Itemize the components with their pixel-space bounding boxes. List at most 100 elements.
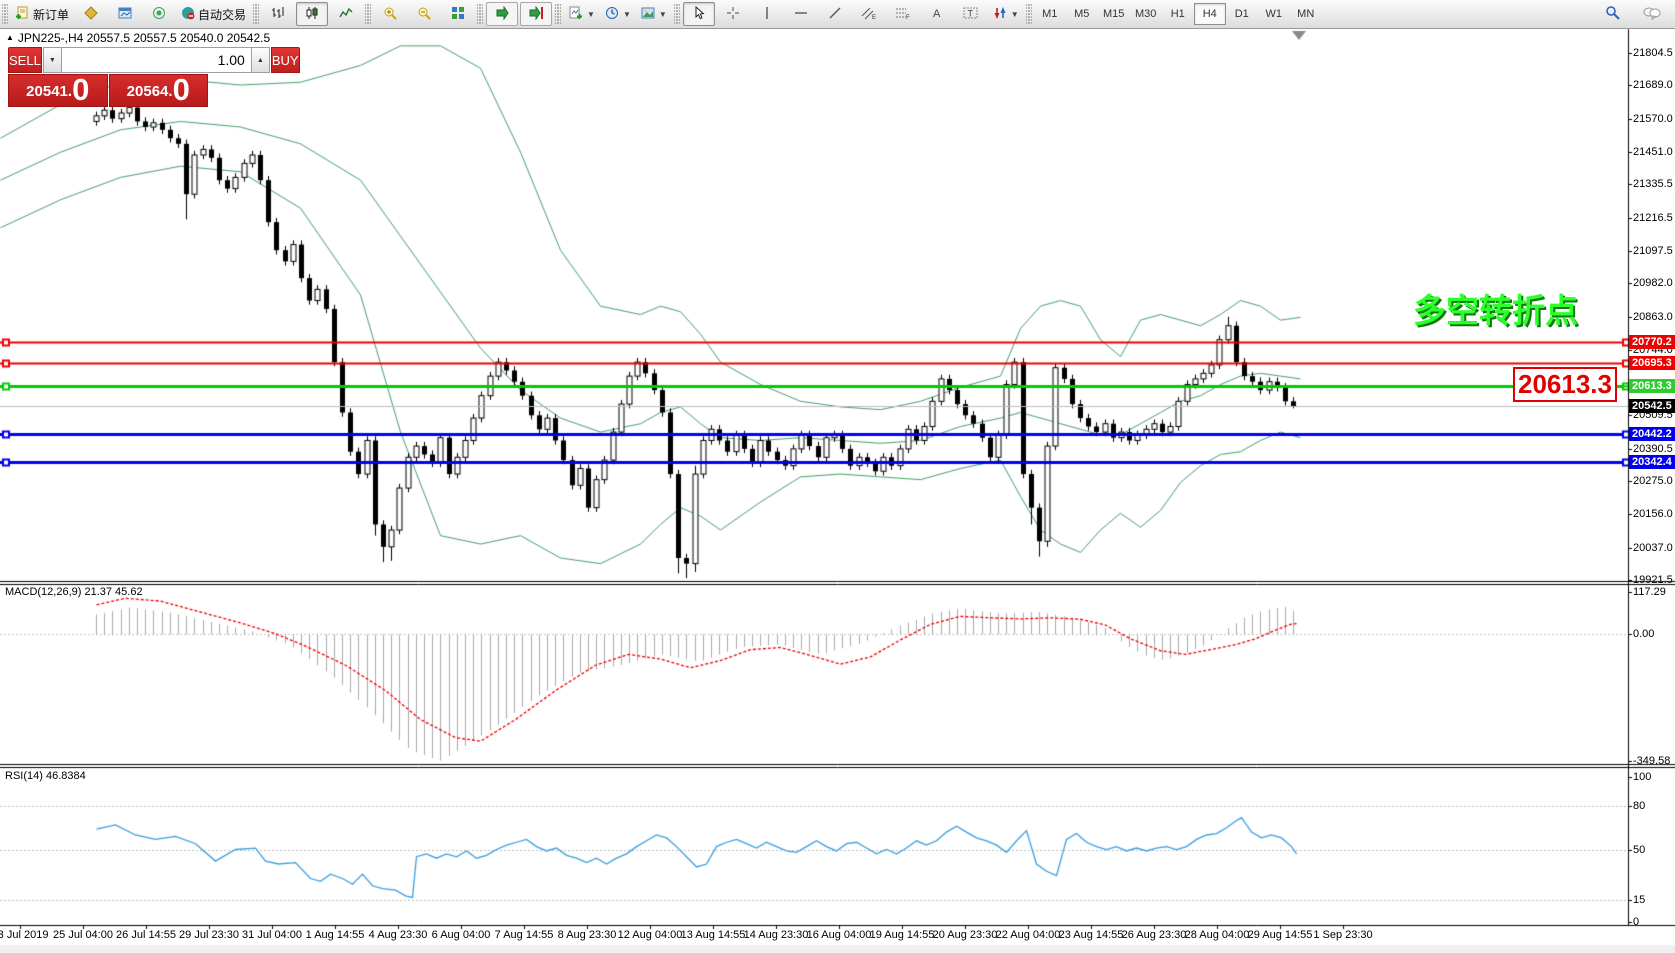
chart-canvas[interactable] [0, 0, 1675, 953]
time-axis-label: 19 Aug 14:55 [870, 929, 935, 941]
timeframe-m15-button[interactable]: M15 [1098, 3, 1130, 25]
price-axis-tick-label: 21216.5 [1633, 212, 1673, 224]
chart-annotation-text[interactable]: 多空转折点 [1413, 284, 1578, 332]
time-axis-label: 4 Aug 23:30 [369, 929, 428, 941]
time-axis-label: 16 Aug 04:00 [807, 929, 872, 941]
rsi-indicator-label: RSI(14) 46.8384 [5, 770, 86, 782]
chat-icon [1643, 6, 1661, 23]
sell-price-button[interactable]: 20541.0 [8, 74, 108, 107]
macd-axis-tick-label: 117.29 [1633, 586, 1666, 598]
volume-input[interactable] [62, 47, 251, 73]
trade-panel-top-row: SELL ▼ ▲ BUY [8, 47, 208, 73]
zoom-in-button[interactable] [374, 2, 406, 26]
timeframe-h4-button[interactable]: H4 [1194, 3, 1226, 25]
volume-decrease-button[interactable]: ▼ [43, 47, 62, 73]
horizontal-line-button[interactable] [785, 2, 817, 26]
time-axis-label: 20 Aug 23:30 [933, 929, 998, 941]
svg-text:E: E [872, 15, 876, 20]
search-icon [1605, 5, 1620, 23]
chart-shift-button[interactable] [520, 2, 552, 26]
toolbar-separator [2, 4, 8, 24]
sell-price-pips: 0 [72, 75, 89, 105]
chart-window-icon [118, 6, 132, 23]
macd-indicator-label: MACD(12,26,9) 21.37 45.62 [5, 586, 143, 598]
timeframe-m30-button[interactable]: M30 [1130, 3, 1162, 25]
symbol-ohlc-text: JPN225-,H4 20557.5 20557.5 20540.0 20542… [18, 31, 270, 45]
price-axis-tick-label: 20275.0 [1633, 475, 1673, 487]
time-axis-label: 8 Aug 23:30 [558, 929, 617, 941]
bar-chart-button[interactable] [262, 2, 294, 26]
zoom-out-icon [417, 6, 431, 23]
timeframe-m5-button[interactable]: M5 [1066, 3, 1098, 25]
svg-text:A: A [933, 8, 941, 20]
crosshair-button[interactable] [717, 2, 749, 26]
time-axis-label: 25 Jul 04:00 [53, 929, 113, 941]
collapse-marker-icon[interactable]: ▲ [6, 33, 14, 42]
trade-panel-prices: 20541.0 20564.0 [8, 74, 208, 107]
text-button[interactable]: A [921, 2, 953, 26]
timeframe-d1-button[interactable]: D1 [1226, 3, 1258, 25]
candle-chart-button[interactable] [296, 2, 328, 26]
add-indicator-button[interactable]: ▼ [564, 2, 599, 26]
price-callout-box[interactable]: 20613.3 [1513, 367, 1617, 402]
arrows-icon [993, 6, 1007, 23]
new-order-button[interactable]: 新订单 [11, 2, 73, 26]
price-tag-20342.4: 20342.4 [1629, 455, 1675, 469]
add-indicator-icon [568, 6, 583, 23]
tile-windows-button[interactable] [442, 2, 474, 26]
price-axis-tick-label: 20156.0 [1633, 508, 1673, 520]
vertical-line-icon [760, 6, 774, 23]
volume-stepper: ▼ ▲ [43, 47, 270, 73]
time-axis-label: 1 Sep 23:30 [1313, 929, 1372, 941]
price-axis-tick-label: 21804.5 [1633, 47, 1673, 59]
sell-button[interactable]: SELL [8, 47, 42, 73]
volume-increase-button[interactable]: ▲ [251, 47, 270, 73]
text-icon: A [931, 6, 943, 23]
text-label-button[interactable]: T [955, 2, 987, 26]
signal-icon [152, 6, 166, 23]
buy-price-button[interactable]: 20564.0 [109, 74, 209, 107]
rsi-axis-tick-label: 15 [1633, 894, 1645, 906]
auto-scroll-button[interactable] [486, 2, 518, 26]
template-icon [641, 6, 655, 23]
chat-button[interactable] [1636, 2, 1668, 26]
price-axis-tick-label: 21335.5 [1633, 178, 1673, 190]
time-axis-label: 13 Aug 14:55 [681, 929, 746, 941]
toolbar-separator [555, 4, 561, 24]
rsi-axis-tick-label: 80 [1633, 800, 1645, 812]
trend-line-button[interactable] [819, 2, 851, 26]
alert-button[interactable] [75, 2, 107, 26]
chevron-down-icon: ▼ [1011, 10, 1019, 19]
timeframe-h1-button[interactable]: H1 [1162, 3, 1194, 25]
auto-trading-button[interactable]: 自动交易 [177, 2, 250, 26]
chevron-down-icon: ▼ [659, 10, 667, 19]
signal-button[interactable] [143, 2, 175, 26]
price-axis-tick-label: 21570.0 [1633, 113, 1673, 125]
line-chart-icon [339, 6, 353, 23]
arrows-button[interactable]: ▼ [989, 2, 1023, 26]
timeframe-w1-button[interactable]: W1 [1258, 3, 1290, 25]
time-axis-label: 29 Jul 23:30 [179, 929, 239, 941]
line-chart-button[interactable] [330, 2, 362, 26]
zoom-out-button[interactable] [408, 2, 440, 26]
buy-button[interactable]: BUY [271, 47, 300, 73]
one-click-trade-panel: SELL ▼ ▲ BUY 20541.0 20564.0 [8, 47, 208, 107]
price-axis-tick-label: 20390.5 [1633, 443, 1673, 455]
search-button[interactable] [1596, 2, 1628, 26]
time-axis-label: 7 Aug 14:55 [495, 929, 554, 941]
macd-axis-tick-label: -349.58 [1633, 755, 1670, 767]
chart-shift-icon [529, 6, 543, 23]
equidistant-channel-button[interactable]: E [853, 2, 885, 26]
vertical-line-button[interactable] [751, 2, 783, 26]
chart-window-button[interactable] [109, 2, 141, 26]
timeframe-m1-button[interactable]: M1 [1034, 3, 1066, 25]
price-tag-20442.2: 20442.2 [1629, 427, 1675, 441]
price-axis-tick-label: 19921.5 [1633, 574, 1673, 586]
cursor-button[interactable] [683, 2, 715, 26]
timeframe-mn-button[interactable]: MN [1290, 3, 1322, 25]
fibonacci-button[interactable]: F [887, 2, 919, 26]
periods-button[interactable]: ▼ [601, 2, 635, 26]
sell-price-main: 20541 [26, 79, 68, 105]
new-order-icon [15, 6, 30, 23]
template-button[interactable]: ▼ [637, 2, 671, 26]
